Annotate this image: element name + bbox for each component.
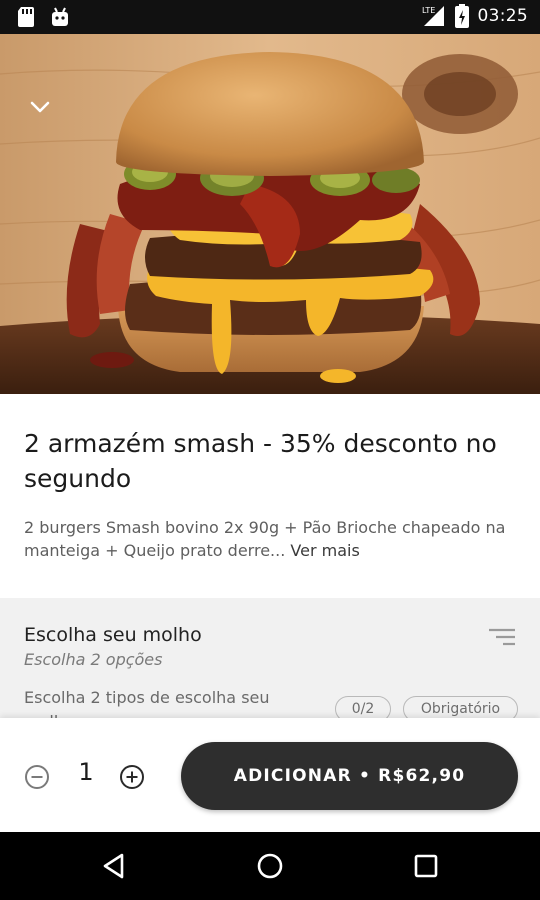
chevron-down-icon <box>30 101 50 113</box>
product-image <box>0 34 540 394</box>
filter-icon[interactable] <box>488 626 516 648</box>
order-bar: 1 ADICIONAR • R$62,90 <box>0 718 540 832</box>
sd-card-icon <box>18 7 34 27</box>
back-icon[interactable] <box>98 850 130 882</box>
option-instructions: Escolha 2 tipos de escolha seu molho <box>24 688 270 722</box>
network-type: LTE <box>422 6 435 15</box>
home-icon[interactable] <box>254 850 286 882</box>
status-left-icons <box>16 6 70 28</box>
product-title: 2 armazém smash - 35% desconto no segund… <box>24 429 497 493</box>
signal-icon: LTE <box>422 6 444 26</box>
product-description-text: 2 burgers Smash bovino 2x 90g + Pão Brio… <box>24 518 506 560</box>
battery-icon <box>454 4 469 28</box>
system-navigation-bar <box>0 832 540 900</box>
recent-apps-icon[interactable] <box>410 850 442 882</box>
android-icon <box>52 7 68 26</box>
see-more-link[interactable]: Ver mais <box>290 541 359 560</box>
section-subtitle: Escolha 2 opções <box>24 650 163 669</box>
add-to-cart-button[interactable]: ADICIONAR • R$62,90 <box>181 742 518 810</box>
decrease-quantity-button[interactable] <box>24 764 50 790</box>
burger-photo <box>0 34 540 394</box>
section-title: Escolha seu molho <box>24 624 202 646</box>
status-right-icons: LTE 03:25 <box>420 4 529 28</box>
product-description: 2 burgers Smash bovino 2x 90g + Pão Brio… <box>24 516 524 562</box>
collapse-button[interactable] <box>22 92 58 122</box>
sauce-options-section: Escolha seu molho Escolha 2 opções Escol… <box>0 598 540 728</box>
status-bar: LTE 03:25 <box>0 0 540 34</box>
quantity-value: 1 <box>78 758 94 786</box>
status-time: 03:25 <box>477 6 528 26</box>
increase-quantity-button[interactable] <box>119 764 145 790</box>
